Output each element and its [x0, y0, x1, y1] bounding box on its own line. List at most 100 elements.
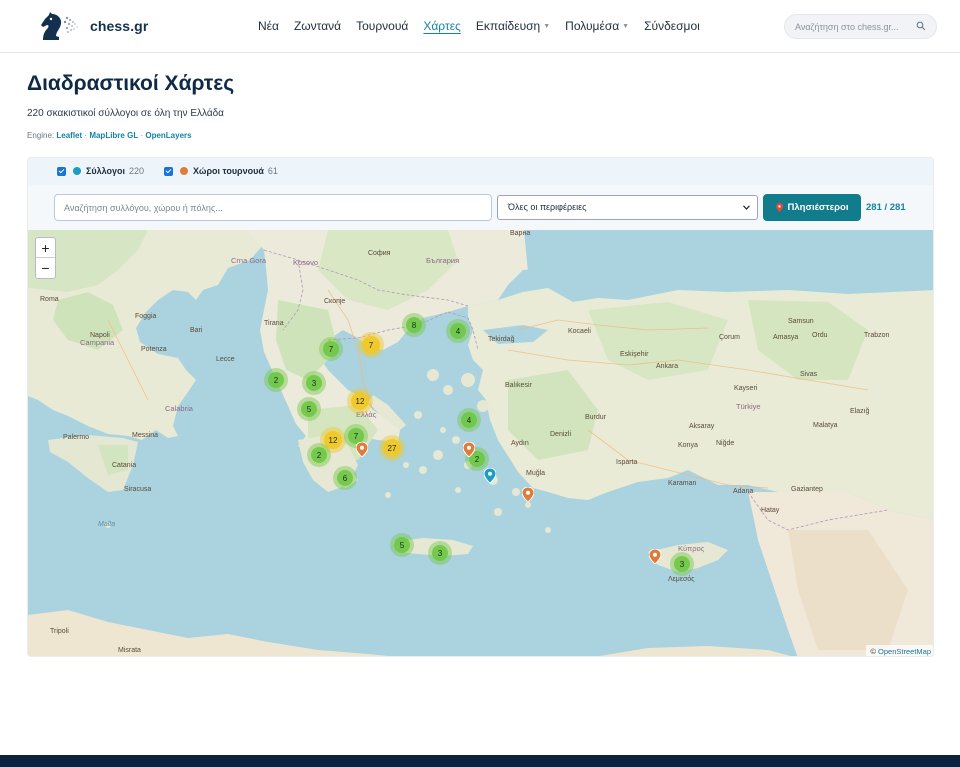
nearest-button-label: Πλησιέστεροι	[787, 202, 849, 213]
map-label-konya: Konya	[678, 442, 698, 449]
chess-knight-logo-icon[interactable]	[37, 10, 81, 42]
cluster-count: 7	[323, 341, 339, 357]
venues-count: 61	[267, 166, 278, 176]
map-label-elazig: Elazığ	[850, 408, 870, 415]
venues-checkbox[interactable]	[164, 166, 173, 176]
map-label-lemesos: Λεμεσός	[668, 576, 695, 583]
map-label-mugla: Muğla	[526, 470, 546, 477]
site-search-input[interactable]	[795, 19, 915, 35]
engine-maplibre-link[interactable]: MapLibre GL	[89, 131, 138, 140]
cluster-count: 5	[301, 401, 317, 417]
map-label-denizli: Denizli	[550, 431, 572, 438]
map-panel: Σύλλογοι 220 Χώροι τουρνουά 61 Όλες οι π…	[27, 157, 934, 657]
region-select[interactable]: Όλες οι περιφέρειες	[497, 195, 758, 220]
map-search-input[interactable]	[54, 194, 492, 221]
map-label-malta: Malta	[98, 521, 116, 528]
map-label-hatay: Hatay	[761, 507, 780, 514]
zoom-out-button[interactable]: −	[36, 258, 55, 278]
layer-filters: Σύλλογοι 220 Χώροι τουρνουά 61	[28, 158, 933, 185]
cluster-marker[interactable]: 2	[307, 443, 331, 467]
map-label-kayseri: Kayseri	[734, 385, 758, 392]
nav-item-live[interactable]: Ζωντανά	[294, 19, 341, 33]
filter-clubs[interactable]: Σύλλογοι 220	[57, 166, 144, 176]
nearest-button[interactable]: Πλησιέστεροι	[763, 194, 861, 221]
site-search	[784, 14, 937, 39]
cluster-marker[interactable]: 5	[390, 533, 414, 557]
cluster-count: 6	[337, 470, 353, 486]
map-label-messina: Messina	[132, 432, 159, 439]
chevron-down-icon: ▼	[622, 23, 630, 30]
venue-marker-pin-icon[interactable]	[463, 442, 475, 457]
cluster-marker[interactable]: 7	[319, 337, 343, 361]
map-label-amasya: Amasya	[773, 334, 799, 341]
brand-name[interactable]: chess.gr	[90, 18, 148, 34]
map-label-malatya: Malatya	[813, 422, 838, 429]
map-label-tripoli: Tripoli	[50, 628, 69, 635]
venue-marker-pin-icon[interactable]	[522, 487, 534, 502]
map-label-montenegro: Crna Gora	[231, 256, 267, 265]
cluster-count: 12	[351, 392, 369, 410]
page-subtitle: 220 σκακιστικοί σύλλογοι σε όλη την Ελλά…	[27, 108, 224, 119]
chevron-down-icon	[743, 205, 750, 210]
venues-color-dot	[180, 167, 188, 175]
map-label-kocaeli: Kocaeli	[568, 328, 591, 335]
cluster-marker[interactable]: 3	[670, 552, 694, 576]
search-icon[interactable]	[916, 21, 926, 31]
venue-marker-pin-icon[interactable]	[649, 549, 661, 564]
cluster-marker[interactable]: 12	[347, 388, 373, 414]
map-label-foggia: Foggia	[135, 313, 157, 320]
cluster-marker[interactable]: 27	[379, 435, 405, 461]
page-title: Διαδραστικοί Χάρτες	[27, 72, 235, 95]
engine-openlayers-link[interactable]: OpenLayers	[145, 131, 191, 140]
club-marker-pin-icon[interactable]	[484, 468, 496, 483]
nav-item-maps[interactable]: Χάρτες	[423, 19, 460, 33]
map-label-tirana: Tirana	[264, 320, 284, 327]
cluster-marker[interactable]: 4	[457, 408, 481, 432]
map-label-roma: Roma	[40, 296, 59, 303]
main-nav: Νέα Ζωντανά Τουρνουά Χάρτες Εκπαίδευση ▼ …	[258, 19, 715, 33]
cluster-marker[interactable]: 2	[264, 368, 288, 392]
zoom-in-button[interactable]: +	[36, 238, 55, 258]
venue-marker-pin-icon[interactable]	[356, 442, 368, 457]
map-label-corum: Çorum	[719, 334, 741, 341]
openstreetmap-link[interactable]: OpenStreetMap	[878, 647, 931, 656]
map-label-aydin: Aydın	[511, 440, 529, 447]
map-label-nigde: Niğde	[716, 440, 735, 447]
clubs-checkbox[interactable]	[57, 166, 66, 176]
map-label-misrata: Misrata	[118, 647, 141, 654]
cluster-count: 2	[268, 372, 284, 388]
engine-leaflet-link[interactable]: Leaflet	[56, 131, 82, 140]
site-header: chess.gr Νέα Ζωντανά Τουρνουά Χάρτες Εκπ…	[0, 0, 960, 53]
cluster-count: 3	[432, 545, 448, 561]
cluster-count: 3	[306, 375, 322, 391]
map-label-varna: Варна	[510, 230, 531, 237]
cluster-marker[interactable]: 3	[428, 541, 452, 565]
nav-item-media[interactable]: Πολυμέσα ▼	[565, 19, 629, 33]
nav-item-education[interactable]: Εκπαίδευση ▼	[476, 19, 550, 33]
cluster-marker[interactable]: 4	[446, 319, 470, 343]
cluster-marker[interactable]: 5	[297, 397, 321, 421]
map-label-karaman: Karaman	[668, 480, 697, 487]
engine-switcher: Engine: Leaflet · MapLibre GL · OpenLaye…	[27, 131, 192, 140]
attribution-prefix: ©	[870, 647, 876, 656]
map-label-lecce: Lecce	[216, 356, 235, 363]
nav-item-news[interactable]: Νέα	[258, 19, 279, 33]
clubs-label: Σύλλογοι	[86, 166, 126, 176]
map-label-campania: Campania	[80, 338, 115, 347]
nav-item-links[interactable]: Σύνδεσμοι	[644, 19, 700, 33]
cluster-marker[interactable]: 8	[402, 313, 426, 337]
separator: ·	[84, 131, 88, 140]
map-label-calabria: Calabria	[165, 404, 193, 413]
map-label-skopje: Скопје	[324, 298, 346, 305]
map-label-burdur: Burdur	[585, 414, 607, 421]
map-label-gaziantep: Gaziantep	[791, 486, 823, 493]
cluster-marker[interactable]: 7	[358, 332, 384, 358]
result-count: 281 / 281	[866, 202, 906, 213]
region-select-value: Όλες οι περιφέρειες	[508, 202, 587, 212]
nav-item-tournaments[interactable]: Τουρνουά	[356, 19, 408, 33]
interactive-map[interactable]: Roma Napoli Foggia Bari Potenza Lecce Ca…	[28, 230, 933, 656]
cluster-marker[interactable]: 6	[333, 466, 357, 490]
map-basemap	[28, 230, 933, 656]
cluster-marker[interactable]: 3	[302, 371, 326, 395]
filter-venues[interactable]: Χώροι τουρνουά 61	[164, 166, 278, 176]
